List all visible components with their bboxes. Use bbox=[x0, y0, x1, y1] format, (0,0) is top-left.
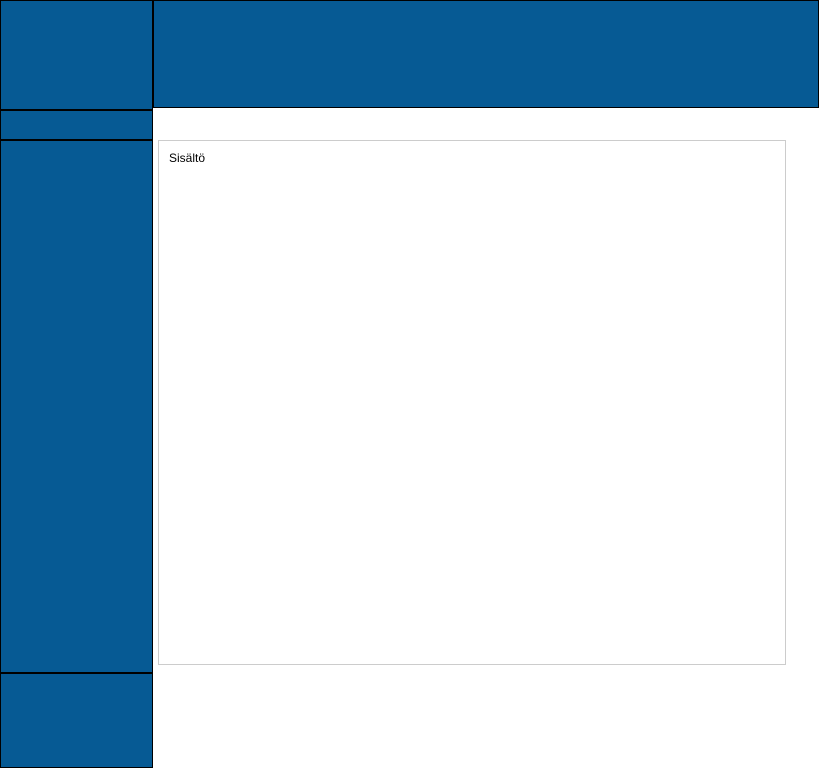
sidebar-bottom-section bbox=[0, 673, 153, 768]
header-banner bbox=[153, 0, 819, 108]
sidebar-top-section bbox=[0, 110, 153, 140]
header-logo-area bbox=[0, 0, 153, 110]
main-content-panel: Sisältö bbox=[158, 140, 786, 665]
sidebar-navigation bbox=[0, 140, 153, 673]
content-label: Sisältö bbox=[169, 151, 205, 165]
page-container: Sisältö bbox=[0, 0, 821, 770]
